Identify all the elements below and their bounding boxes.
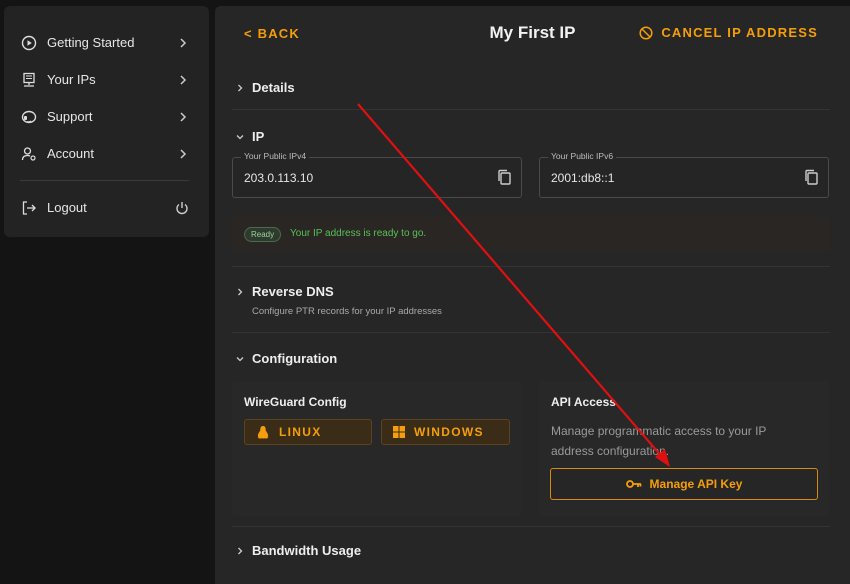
power-icon [176,201,188,214]
chevron-right-icon [180,37,187,48]
ipv4-label: Your Public IPv4 [241,151,310,161]
block-icon [639,25,653,40]
sidebar-divider [20,180,189,181]
logout-label: Logout [47,200,87,215]
copy-icon [805,169,818,185]
ipv6-value: 2001:db8::1 [551,171,615,185]
status-text: Your IP address is ready to go. [290,228,427,239]
sidebar-item-label: Support [47,109,93,124]
card-title: WireGuard Config [244,395,347,409]
page-header: < BACK My First IP CANCEL IP ADDRESS [215,6,850,60]
card-title: API Access [551,395,616,409]
divider [232,109,830,110]
user-gear-icon [20,145,38,163]
api-description: Manage programmatic access to your IP ad… [551,424,767,458]
copy-ipv6-button[interactable] [803,169,819,191]
ip-status-alert: Ready Your IP address is ready to go. [232,216,830,251]
section-ip-toggle[interactable]: IP [235,129,264,144]
sidebar-item-label: Account [47,146,94,161]
chevron-right-icon [180,111,187,122]
section-subtitle: Configure PTR records for your IP addres… [252,306,442,317]
chevron-down-icon [235,354,247,364]
windows-config-button[interactable]: WINDOWS [381,419,510,445]
status-badge: Ready [244,227,282,242]
section-title: Bandwidth Usage [252,543,362,558]
section-title: Details [252,80,295,95]
key-icon [625,480,641,488]
sidebar-item-support[interactable]: Support [4,98,209,135]
manage-api-key-button[interactable]: Manage API Key [550,468,818,500]
chevron-right-icon [180,148,187,159]
section-title: IP [252,129,265,144]
copy-icon [498,169,511,185]
section-details-toggle[interactable]: Details [235,80,295,95]
divider [232,266,830,267]
wireguard-card: WireGuard Config [232,381,522,516]
sidebar-item-label: Getting Started [47,35,135,50]
logout-icon [20,199,38,217]
chevron-right-icon [235,546,247,556]
sidebar-item-getting-started[interactable]: Getting Started [4,24,209,61]
windows-icon [393,426,405,438]
sidebar-item-account[interactable]: Account [4,135,209,172]
section-bandwidth-toggle[interactable]: Bandwidth Usage [235,543,361,558]
ipv6-field: Your Public IPv6 2001:db8::1 [539,151,829,198]
sidebar-item-your-ips[interactable]: Your IPs [4,61,209,98]
ipv4-field: Your Public IPv4 203.0.113.10 [232,151,522,198]
play-circle-icon [20,34,38,52]
manage-api-key-label: Manage API Key [649,477,743,491]
section-title: Configuration [252,351,338,366]
cancel-ip-button[interactable]: CANCEL IP ADDRESS [639,25,818,40]
chevron-down-icon [235,132,247,142]
chevron-right-icon [235,287,247,297]
sidebar-item-label: Your IPs [47,72,96,87]
divider [232,332,830,333]
sidebar: Getting Started Your IPs Support Account… [4,6,209,237]
linux-config-button[interactable]: LINUX [244,419,372,445]
section-configuration-toggle[interactable]: Configuration [235,351,337,366]
divider [232,526,830,527]
chevron-right-icon [235,83,247,93]
windows-label: WINDOWS [414,425,484,439]
ipv4-value: 203.0.113.10 [244,171,314,185]
copy-ipv4-button[interactable] [496,169,512,191]
main-panel: < BACK My First IP CANCEL IP ADDRESS Det… [215,6,850,584]
chevron-right-icon [180,74,187,85]
logout-button[interactable]: Logout [4,189,209,226]
section-reverse-dns-toggle[interactable]: Reverse DNS [235,284,334,299]
linux-icon [257,425,269,439]
section-title: Reverse DNS [252,284,334,299]
linux-label: LINUX [279,425,322,439]
cancel-ip-label: CANCEL IP ADDRESS [661,25,818,40]
headset-icon [20,108,38,126]
server-icon [20,71,38,89]
ipv6-label: Your Public IPv6 [548,151,617,161]
